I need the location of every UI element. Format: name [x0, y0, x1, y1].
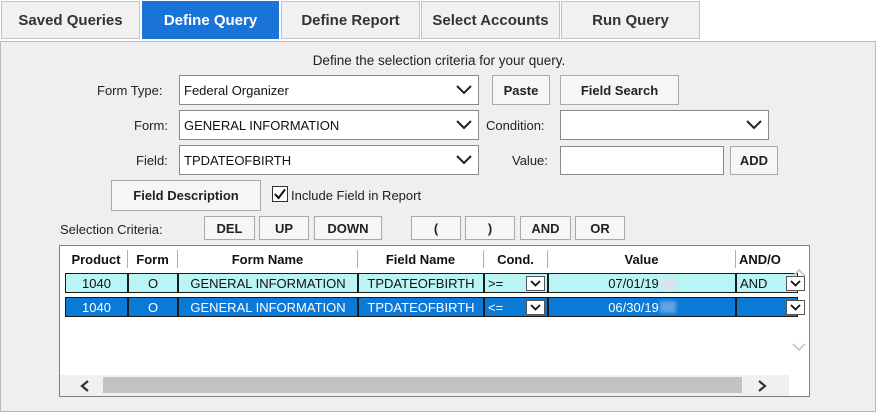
- value-text: 07/01/19: [608, 275, 659, 291]
- cond-value: <=: [488, 299, 504, 315]
- form-value: GENERAL INFORMATION: [184, 117, 340, 133]
- col-header-and-or: AND/O: [739, 251, 781, 267]
- form-label: Form:: [134, 118, 168, 133]
- form-type-select[interactable]: Federal Organizer: [179, 75, 479, 105]
- cell-value: 06/30/19: [548, 297, 736, 317]
- chevron-down-icon: [530, 280, 541, 287]
- condition-label: Condition:: [486, 118, 545, 133]
- down-button[interactable]: DOWN: [314, 216, 382, 240]
- include-field-checkbox[interactable]: [272, 186, 288, 202]
- cell-form-name: GENERAL INFORMATION: [178, 273, 358, 293]
- horizontal-scroll-thumb[interactable]: [103, 377, 742, 393]
- chevron-down-icon: [456, 155, 472, 165]
- field-value: TPDATEOFBIRTH: [184, 152, 292, 168]
- form-type-label: Form Type:: [97, 83, 163, 98]
- open-paren-button[interactable]: (: [411, 216, 461, 240]
- condition-select[interactable]: [560, 110, 769, 140]
- chevron-down-icon: [746, 120, 762, 130]
- cell-field-name: TPDATEOFBIRTH: [358, 273, 484, 293]
- vertical-scrollbar[interactable]: [789, 266, 809, 378]
- close-paren-button[interactable]: ): [465, 216, 515, 240]
- tab-define-report[interactable]: Define Report: [281, 1, 420, 39]
- form-type-value: Federal Organizer: [184, 82, 289, 98]
- tab-select-accounts[interactable]: Select Accounts: [421, 1, 560, 39]
- horizontal-scrollbar[interactable]: [60, 375, 789, 396]
- col-header-field-name: Field Name: [358, 250, 484, 268]
- cell-form: O: [128, 273, 178, 293]
- include-field-label: Include Field in Report: [291, 188, 422, 203]
- cell-product: 1040: [65, 297, 128, 317]
- cond-value: >=: [488, 275, 504, 291]
- and-button[interactable]: AND: [520, 216, 571, 240]
- selection-criteria-label: Selection Criteria:: [60, 222, 163, 237]
- field-search-button[interactable]: Field Search: [560, 75, 679, 105]
- field-label: Field:: [136, 153, 168, 168]
- col-header-value: Value: [548, 250, 736, 268]
- field-select[interactable]: TPDATEOFBIRTH: [179, 145, 479, 175]
- col-header-form-name: Form Name: [178, 250, 358, 268]
- scroll-up-icon[interactable]: [792, 268, 806, 277]
- or-button[interactable]: OR: [575, 216, 625, 240]
- field-description-button[interactable]: Field Description: [111, 180, 261, 211]
- value-label: Value:: [512, 153, 548, 168]
- cell-form: O: [128, 297, 178, 317]
- scroll-right-icon[interactable]: [757, 380, 767, 392]
- cell-cond[interactable]: <=: [484, 297, 548, 317]
- cell-product: 1040: [65, 273, 128, 293]
- cell-value: 07/01/19: [548, 273, 736, 293]
- redacted-mask: [659, 277, 676, 289]
- value-text: 06/30/19: [608, 299, 659, 315]
- redacted-mask: [659, 301, 676, 313]
- chevron-down-icon: [456, 85, 472, 95]
- del-button[interactable]: DEL: [204, 216, 255, 240]
- col-header-product: Product: [65, 250, 128, 268]
- cell-cond[interactable]: >=: [484, 273, 548, 293]
- scroll-down-icon[interactable]: [792, 343, 806, 352]
- chevron-down-icon: [456, 120, 472, 130]
- tab-run-query[interactable]: Run Query: [561, 1, 700, 39]
- tab-saved-queries[interactable]: Saved Queries: [1, 1, 140, 39]
- cond-select[interactable]: [526, 276, 545, 291]
- tab-define-query[interactable]: Define Query: [142, 1, 279, 39]
- up-button[interactable]: UP: [259, 216, 309, 240]
- form-select[interactable]: GENERAL INFORMATION: [179, 110, 479, 140]
- col-header-cond: Cond.: [484, 250, 548, 268]
- paste-button[interactable]: Paste: [492, 75, 550, 105]
- cell-field-name: TPDATEOFBIRTH: [358, 297, 484, 317]
- cell-form-name: GENERAL INFORMATION: [178, 297, 358, 317]
- chevron-down-icon: [530, 304, 541, 311]
- value-input[interactable]: [560, 146, 724, 175]
- add-button[interactable]: ADD: [730, 146, 778, 175]
- col-header-form: Form: [128, 250, 178, 268]
- instructions-text: Define the selection criteria for your q…: [312, 53, 566, 68]
- and-or-value: AND: [740, 275, 768, 291]
- scroll-left-icon[interactable]: [80, 380, 90, 392]
- cond-select[interactable]: [526, 300, 545, 315]
- tab-bar: Saved Queries Define Query Define Report…: [0, 0, 878, 42]
- criteria-grid: Product Form Form Name Field Name Cond. …: [59, 245, 810, 397]
